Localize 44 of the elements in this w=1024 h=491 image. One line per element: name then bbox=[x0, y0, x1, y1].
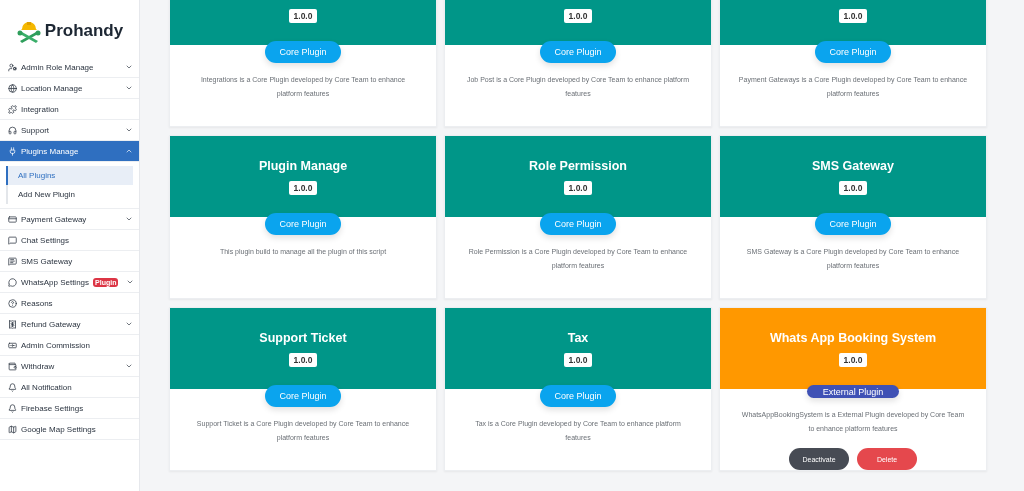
version-badge: 1.0.0 bbox=[838, 181, 868, 195]
user-gear-icon bbox=[8, 62, 17, 72]
version-badge: 1.0.0 bbox=[563, 181, 593, 195]
bell-icon bbox=[8, 382, 17, 392]
plugin-title: Plugin Manage bbox=[258, 159, 348, 173]
bell-icon bbox=[8, 403, 17, 413]
chevron-down-icon[interactable] bbox=[126, 278, 135, 286]
version-badge: 1.0.0 bbox=[563, 353, 593, 367]
chevron-up-icon[interactable] bbox=[125, 147, 133, 155]
plugin-type-button[interactable]: External Plugin bbox=[806, 385, 900, 398]
brand-name: Prohandy bbox=[44, 20, 124, 41]
receipt-icon bbox=[8, 319, 17, 329]
plugin-title: Support Ticket bbox=[259, 331, 347, 345]
banknote-icon bbox=[8, 340, 17, 350]
version-badge: 1.0.0 bbox=[288, 9, 318, 23]
plugin-title: Tax bbox=[567, 331, 589, 345]
version-badge: 1.0.0 bbox=[288, 353, 318, 367]
globe-icon bbox=[8, 83, 17, 93]
chevron-down-icon[interactable] bbox=[125, 320, 133, 328]
chat-bubble-icon bbox=[8, 277, 17, 287]
plugin-title: Role Permission bbox=[529, 159, 627, 173]
map-icon bbox=[8, 424, 17, 434]
chevron-down-icon[interactable] bbox=[125, 126, 133, 134]
submenu-item[interactable]: All Plugins bbox=[6, 166, 133, 185]
version-badge: 1.0.0 bbox=[563, 9, 593, 23]
plug-icon bbox=[8, 146, 17, 156]
version-badge: 1.0.0 bbox=[838, 353, 868, 367]
submenu-item[interactable]: Add New Plugin bbox=[6, 185, 133, 204]
sidebar-item[interactable]: Plugins Manage bbox=[0, 141, 139, 162]
version-badge: 1.0.0 bbox=[838, 9, 868, 23]
chevron-down-icon[interactable] bbox=[125, 63, 133, 71]
chevron-down-icon[interactable] bbox=[125, 84, 133, 92]
plugin-title: Whats App Booking System bbox=[769, 331, 937, 345]
chevron-down-icon[interactable] bbox=[125, 215, 133, 223]
chevron-down-icon[interactable] bbox=[125, 362, 133, 370]
wallet-icon bbox=[8, 361, 17, 371]
message-icon bbox=[8, 256, 17, 266]
plugin-title: SMS Gateway bbox=[812, 159, 894, 173]
question-icon bbox=[8, 298, 17, 308]
headset-icon bbox=[8, 125, 17, 135]
chat-icon bbox=[8, 235, 17, 245]
puzzle-icon bbox=[8, 104, 17, 114]
card-icon bbox=[8, 214, 17, 224]
version-badge: 1.0.0 bbox=[288, 181, 318, 195]
